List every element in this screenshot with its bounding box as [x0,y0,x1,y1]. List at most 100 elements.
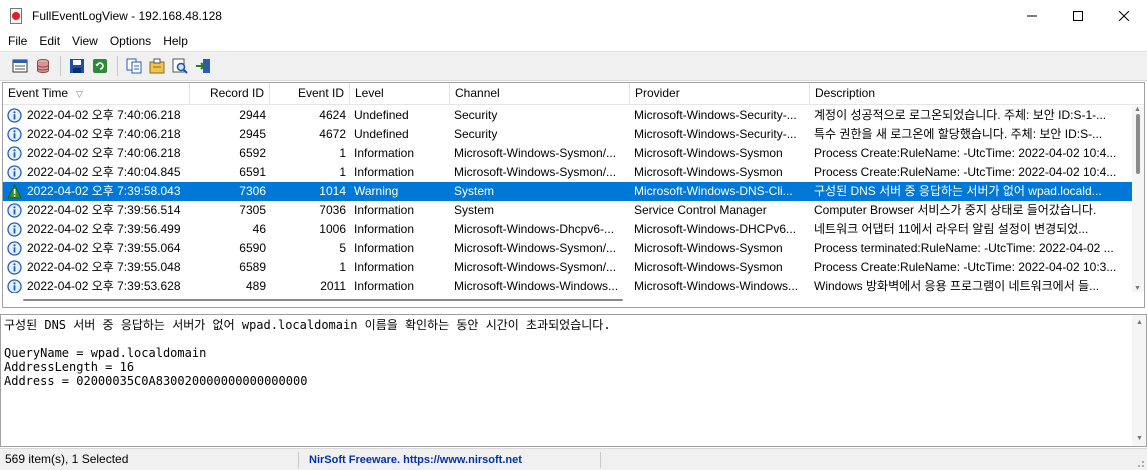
close-icon [1119,11,1129,21]
cell-time: 2022-04-02 오후 7:39:58.043 [27,184,181,198]
column-header-level[interactable]: Level [350,83,450,105]
cell-provider: Microsoft-Windows-Sysmon [634,260,783,274]
list-horizontal-scrollbar[interactable] [3,293,1133,307]
advanced-options-button[interactable] [146,55,168,77]
cell-event: 5 [339,241,346,255]
table-row[interactable]: 2022-04-02 오후 7:39:56.499 46 1006 Informati… [3,220,1133,239]
cell-event: 4624 [319,108,346,122]
menu-file[interactable]: File [2,33,33,50]
column-header-event-time[interactable]: Event Time ▽ [3,83,190,105]
cell-provider: Microsoft-Windows-Sysmon [634,165,783,179]
column-header-description[interactable]: Description [810,83,1144,105]
row-level-info-icon [7,165,22,180]
status-bar: 569 item(s), 1 Selected NirSoft Freeware… [0,448,1147,470]
menu-help[interactable]: Help [157,33,194,50]
exit-button[interactable] [192,55,214,77]
scroll-down-arrow-icon[interactable]: ▼ [1134,285,1141,292]
table-row[interactable]: 2022-04-02 오후 7:39:55.048 6589 1 Informatio… [3,258,1133,277]
column-header-event-id[interactable]: Event ID [270,83,350,105]
nirsoft-link[interactable]: NirSoft Freeware. https://www.nirsoft.ne… [309,454,522,466]
close-button[interactable] [1101,0,1147,32]
copy-button[interactable] [123,55,145,77]
cell-time: 2022-04-02 오후 7:39:56.499 [27,222,181,236]
cell-record: 6589 [239,260,266,274]
toolbar [0,51,1147,81]
status-divider [298,452,299,468]
toolbar-separator [60,56,61,76]
table-row[interactable]: 2022-04-02 오후 7:40:06.218 2945 4672 Undefin… [3,125,1133,144]
cell-provider: Microsoft-Windows-DHCPv6... [634,222,797,236]
maximize-icon [1073,11,1083,21]
row-level-info-icon [7,108,22,123]
cell-time: 2022-04-02 오후 7:40:04.845 [27,165,181,179]
cell-record: 6592 [239,146,266,160]
status-divider [600,452,601,468]
cell-provider: Microsoft-Windows-Security-... [634,108,797,122]
cell-level: Information [354,241,415,255]
refresh-button[interactable] [89,55,111,77]
table-row[interactable]: 2022-04-02 오후 7:39:58.043 7306 1014 Warning… [3,182,1133,201]
row-level-info-icon [7,260,22,275]
cell-level: Information [354,146,415,160]
cell-time: 2022-04-02 오후 7:40:06.218 [27,127,181,141]
table-row[interactable]: 2022-04-02 오후 7:39:55.064 6590 5 Informatio… [3,239,1133,258]
cell-level: Undefined [354,108,409,122]
resize-grip-icon[interactable] [1135,458,1145,468]
cell-channel: Microsoft-Windows-Dhcpv6-... [454,222,615,236]
scroll-thumb[interactable] [23,299,623,301]
cell-channel: Security [454,127,498,141]
table-row[interactable]: 2022-04-02 오후 7:39:56.514 7305 7036 Informa… [3,201,1133,220]
find-icon [172,58,188,74]
scroll-up-arrow-icon[interactable]: ▲ [1136,319,1143,326]
cell-provider: Microsoft-Windows-Security-... [634,127,797,141]
detail-vertical-scrollbar[interactable]: ▲ ▼ [1132,315,1146,446]
cell-description: Process Create:RuleName: -UtcTime: 2022-… [814,260,1117,274]
row-level-info-icon [7,241,22,256]
event-detail-text[interactable]: 구성된 DNS 서버 중 응답하는 서버가 없어 wpad.localdomai… [4,318,1129,388]
refresh-icon [93,59,107,73]
maximize-button[interactable] [1055,0,1101,32]
database-icon [37,59,49,73]
event-list[interactable]: Event Time ▽ Record ID Event ID Level Cha… [2,82,1145,308]
table-row[interactable]: 2022-04-02 오후 7:40:04.845 6591 1 Informatio… [3,163,1133,182]
sort-arrow-icon: ▽ [76,89,83,99]
menu-options[interactable]: Options [104,33,157,50]
menu-view[interactable]: View [66,33,104,50]
copy-icon [126,58,142,74]
cell-description: 구성된 DNS 서버 중 응답하는 서버가 없어 wpad.locald... [814,184,1102,198]
cell-description: Process terminated:RuleName: -UtcTime: 2… [814,241,1114,255]
list-vertical-scrollbar[interactable]: ▲ ▼ [1132,106,1144,292]
properties-button[interactable] [9,55,31,77]
cell-description: Process Create:RuleName: -UtcTime: 2022-… [814,146,1117,160]
cell-event: 1014 [319,184,346,198]
cell-channel: Security [454,108,498,122]
minimize-button[interactable] [1009,0,1055,32]
scroll-up-arrow-icon[interactable]: ▲ [1134,106,1141,113]
table-row[interactable]: 2022-04-02 오후 7:40:06.218 6592 1 Informatio… [3,144,1133,163]
cell-event: 1 [339,260,346,274]
table-row[interactable]: 2022-04-02 오후 7:40:06.218 2944 4624 Undefin… [3,106,1133,125]
scroll-thumb[interactable] [1136,114,1140,174]
cell-provider: Service Control Manager [634,203,767,217]
cell-record: 2944 [239,108,266,122]
cell-time: 2022-04-02 오후 7:39:55.048 [27,260,181,274]
row-level-warning-icon [7,184,22,199]
find-button[interactable] [169,55,191,77]
cell-record: 6591 [239,165,266,179]
title-bar: FullEventLogView - 192.168.48.128 [0,0,1147,32]
column-header-provider[interactable]: Provider [630,83,810,105]
scroll-down-arrow-icon[interactable]: ▼ [1136,435,1143,442]
cell-description: Process Create:RuleName: -UtcTime: 2022-… [814,165,1117,179]
menu-edit[interactable]: Edit [33,33,66,50]
item-count: 569 item(s), 1 Selected [5,452,129,466]
cell-description: 네트워크 어댑터 11에서 라우터 알림 설정이 변경되었... [814,222,1089,236]
column-header-record-id[interactable]: Record ID [190,83,270,105]
column-header-channel[interactable]: Channel [450,83,630,105]
advanced-options-icon [149,58,165,74]
event-detail-pane[interactable]: 구성된 DNS 서버 중 응답하는 서버가 없어 wpad.localdomai… [0,314,1147,447]
data-source-button[interactable] [32,55,54,77]
toolbar-separator [117,56,118,76]
exit-icon [196,59,210,73]
cell-channel: System [454,184,495,198]
save-button[interactable] [66,55,88,77]
